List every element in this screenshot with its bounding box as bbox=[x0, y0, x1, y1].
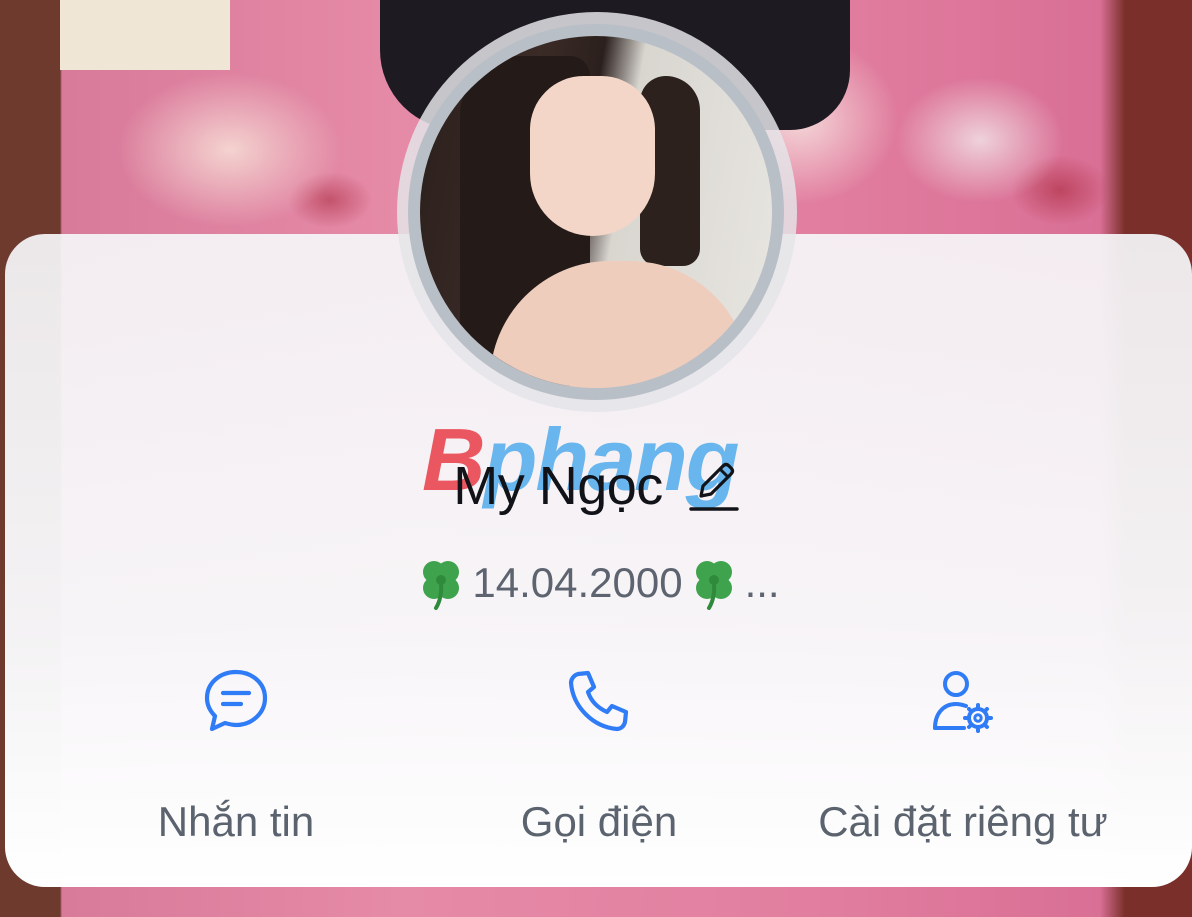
profile-name-row: My Ngọc bbox=[0, 454, 1192, 518]
privacy-settings-label: Cài đặt riêng tư bbox=[818, 798, 1108, 845]
pencil-icon[interactable] bbox=[689, 458, 739, 514]
clover-icon bbox=[695, 561, 732, 610]
avatar-face bbox=[530, 76, 655, 236]
call-label: Gọi điện bbox=[520, 798, 678, 845]
clover-icon bbox=[423, 561, 460, 610]
privacy-settings-button[interactable]: Cài đặt riêng tư bbox=[773, 668, 1153, 848]
profile-name: My Ngọc bbox=[453, 456, 663, 516]
user-settings-icon bbox=[933, 671, 993, 733]
profile-bio[interactable]: 14.04.2000 ... bbox=[0, 552, 1192, 614]
message-label: Nhắn tin bbox=[157, 798, 315, 845]
message-button[interactable]: Nhắn tin bbox=[46, 668, 426, 848]
phone-icon bbox=[568, 670, 629, 732]
cover-wall bbox=[60, 0, 230, 70]
bio-more: ... bbox=[744, 559, 780, 606]
bio-text: 14.04.2000 bbox=[472, 559, 683, 606]
chat-bubble-icon bbox=[204, 669, 268, 732]
call-button[interactable]: Gọi điện bbox=[409, 668, 789, 848]
avatar[interactable] bbox=[420, 36, 772, 388]
